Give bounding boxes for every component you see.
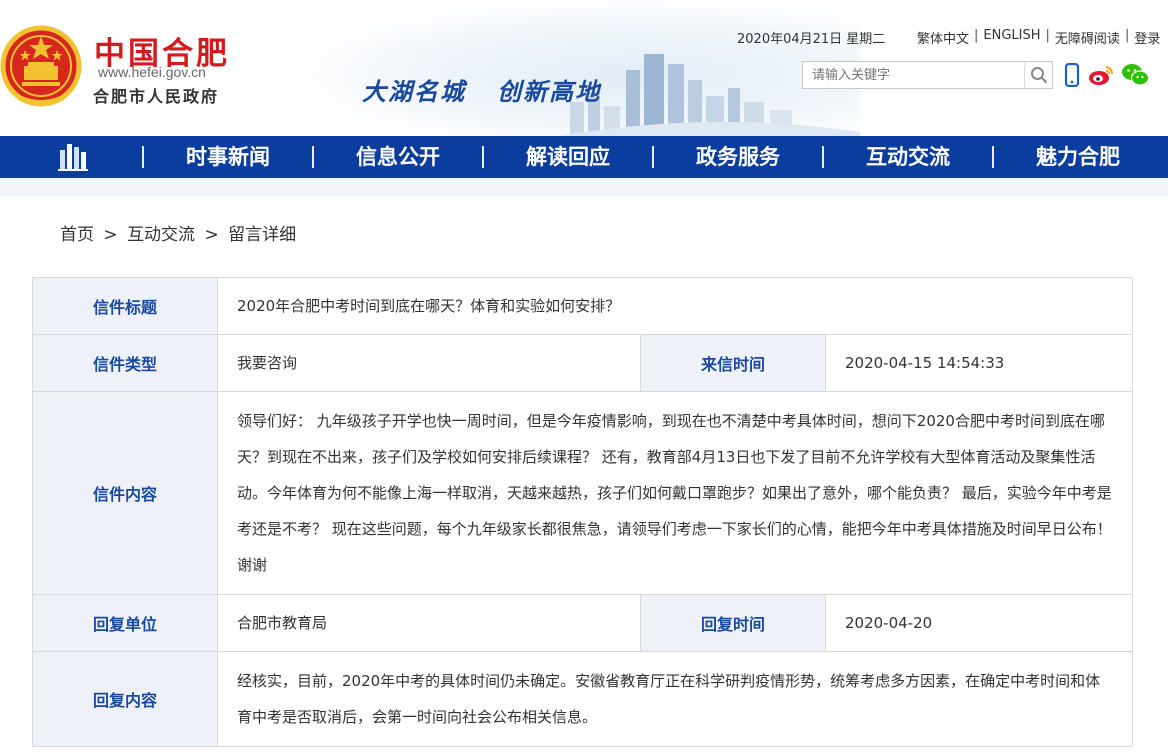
nav-item-interaction[interactable]: 互动交流 (823, 136, 993, 178)
breadcrumb-interaction[interactable]: 互动交流 (127, 225, 195, 245)
current-date: 2020年04月21日 星期二 (737, 32, 886, 47)
search-box (802, 61, 1053, 89)
letter-time-label: 来信时间 (640, 334, 826, 392)
nav-item-charm-hefei[interactable]: 魅力合肥 (993, 136, 1163, 178)
wechat-icon (1122, 64, 1149, 86)
reply-time-value: 2020-04-20 (824, 594, 1134, 652)
letter-title-label: 信件标题 (32, 277, 218, 335)
letter-type-value: 我要咨询 (217, 334, 641, 392)
search-icon (1030, 67, 1047, 84)
nav-item-gov-services[interactable]: 政务服务 (653, 136, 823, 178)
reply-content-value: 经核实，目前，2020年中考的具体时间仍未确定。安徽省教育厅正在科学研判疫情形势… (216, 651, 1134, 747)
search-input[interactable] (803, 62, 1023, 88)
reply-unit-label: 回复单位 (32, 594, 218, 652)
reply-time-label: 回复时间 (640, 594, 826, 652)
breadcrumb-home[interactable]: 首页 (60, 225, 94, 245)
main-content: 首页 > 互动交流 > 留言详细 信件标题 2020年合肥中考时间到底在哪天？体… (0, 196, 1168, 756)
main-navigation: 时事新闻 信息公开 解读回应 政务服务 互动交流 魅力合肥 (0, 136, 1168, 178)
accessibility-link[interactable]: 无障碍阅读 (1055, 28, 1120, 47)
letter-detail-table: 信件标题 2020年合肥中考时间到底在哪天？体育和实验如何安排？ 信件类型 我要… (32, 277, 1134, 747)
nav-item-interpretation[interactable]: 解读回应 (483, 136, 653, 178)
site-government-name: 合肥市人民政府 (93, 87, 220, 106)
top-links: 繁体中文 | ENGLISH | 无障碍阅读 | 登录 (917, 28, 1160, 47)
table-row: 回复内容 经核实，目前，2020年中考的具体时间仍未确定。安徽省教育厅正在科学研… (32, 651, 1134, 747)
nav-item-info-disclosure[interactable]: 信息公开 (313, 136, 483, 178)
wechat-button[interactable] (1120, 62, 1150, 88)
weibo-button[interactable] (1087, 62, 1115, 88)
reply-content-label: 回复内容 (32, 651, 218, 747)
table-row: 信件标题 2020年合肥中考时间到底在哪天？体育和实验如何安排？ (32, 277, 1134, 335)
letter-type-label: 信件类型 (32, 334, 218, 392)
mobile-app-button[interactable] (1060, 62, 1084, 88)
national-emblem-logo (0, 25, 82, 107)
nav-item-news[interactable]: 时事新闻 (143, 136, 313, 178)
search-button[interactable] (1024, 62, 1052, 88)
link-separator: | (1124, 28, 1130, 43)
breadcrumb-current: 留言详细 (228, 225, 297, 245)
letter-content-label: 信件内容 (32, 391, 218, 595)
letter-content-value: 领导们好： 九年级孩子开学也快一周时间，但是今年疫情影响，到现在也不清楚中考具体… (216, 391, 1134, 595)
table-row: 信件内容 领导们好： 九年级孩子开学也快一周时间，但是今年疫情影响，到现在也不清… (32, 391, 1134, 595)
link-separator: | (974, 28, 979, 43)
letter-title-value: 2020年合肥中考时间到底在哪天？体育和实验如何安排？ (216, 277, 1134, 335)
weibo-icon (1089, 66, 1113, 85)
reply-unit-value: 合肥市教育局 (217, 594, 641, 652)
mobile-icon (1064, 63, 1080, 87)
city-slogan: 大湖名城 创新高地 (362, 78, 602, 106)
site-url: www.hefei.gov.cn (98, 64, 206, 80)
link-separator: | (1045, 28, 1050, 43)
table-row: 回复单位 合肥市教育局 回复时间 2020-04-20 (32, 594, 1134, 652)
english-link[interactable]: ENGLISH (983, 28, 1040, 47)
site-header: 中国合肥 www.hefei.gov.cn 合肥市人民政府 大湖名城 创新高地 … (0, 0, 1168, 136)
traditional-chinese-link[interactable]: 繁体中文 (917, 28, 969, 47)
breadcrumb-separator: > (103, 225, 118, 245)
breadcrumb: 首页 > 互动交流 > 留言详细 (60, 220, 300, 245)
breadcrumb-separator: > (204, 225, 219, 245)
home-icon[interactable] (56, 142, 90, 172)
login-link[interactable]: 登录 (1134, 28, 1160, 47)
table-row: 信件类型 我要咨询 来信时间 2020-04-15 14:54:33 (32, 334, 1134, 392)
letter-time-value: 2020-04-15 14:54:33 (824, 334, 1134, 392)
